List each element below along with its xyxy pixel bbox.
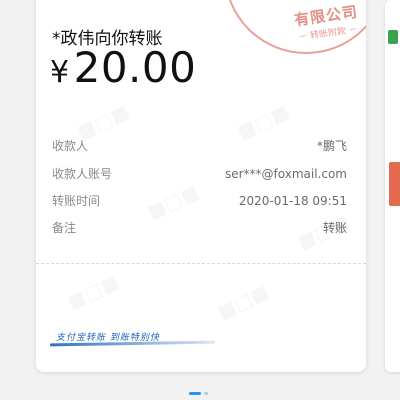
detail-value: *鹏飞 (316, 139, 347, 153)
detail-value: 2020-01-18 09:51 (238, 193, 347, 208)
amount-value: 20.00 (73, 43, 197, 92)
detail-label: 转账时间 (52, 194, 101, 208)
detail-value: ser***@foxmail.com (224, 166, 347, 181)
detail-row-recipient: 收款人 *鹏飞 (52, 137, 347, 154)
currency-symbol: ¥ (50, 55, 70, 90)
detail-label: 收款人账号 (52, 167, 113, 181)
dashed-divider (36, 263, 366, 264)
peek-image (389, 162, 400, 206)
detail-row-memo: 备注 转账 (52, 219, 347, 236)
detail-row-time: 转账时间 2020-01-18 09:51 (52, 192, 347, 209)
page-indicator (189, 392, 208, 395)
detail-label: 备注 (52, 221, 77, 235)
transfer-amount: ¥20.00 (50, 43, 196, 92)
peek-accent-icon (388, 30, 398, 44)
detail-row-account: 收款人账号 ser***@foxmail.com (52, 165, 347, 182)
page-dot[interactable] (204, 392, 208, 395)
transfer-receipt-card[interactable]: ◼◻◼ ◼◻◼ ◼◻◼ ◼◻◼ ◼◻◼ ◼◻◼ 有限公司 － 转账附款 － *政… (36, 0, 366, 372)
detail-value: 转账 (322, 221, 347, 235)
detail-label: 收款人 (52, 139, 89, 153)
screen: ◼◻◼ ◼◻◼ ◼◻◼ ◼◻◼ ◼◻◼ ◼◻◼ 有限公司 － 转账附款 － *政… (0, 0, 400, 400)
watermark-logo-icon: ◼◻◼ (213, 280, 273, 326)
watermark-logo-icon: ◼◻◼ (63, 270, 123, 316)
page-dot-active[interactable] (189, 392, 201, 395)
next-receipt-card-peek[interactable] (385, 0, 400, 372)
